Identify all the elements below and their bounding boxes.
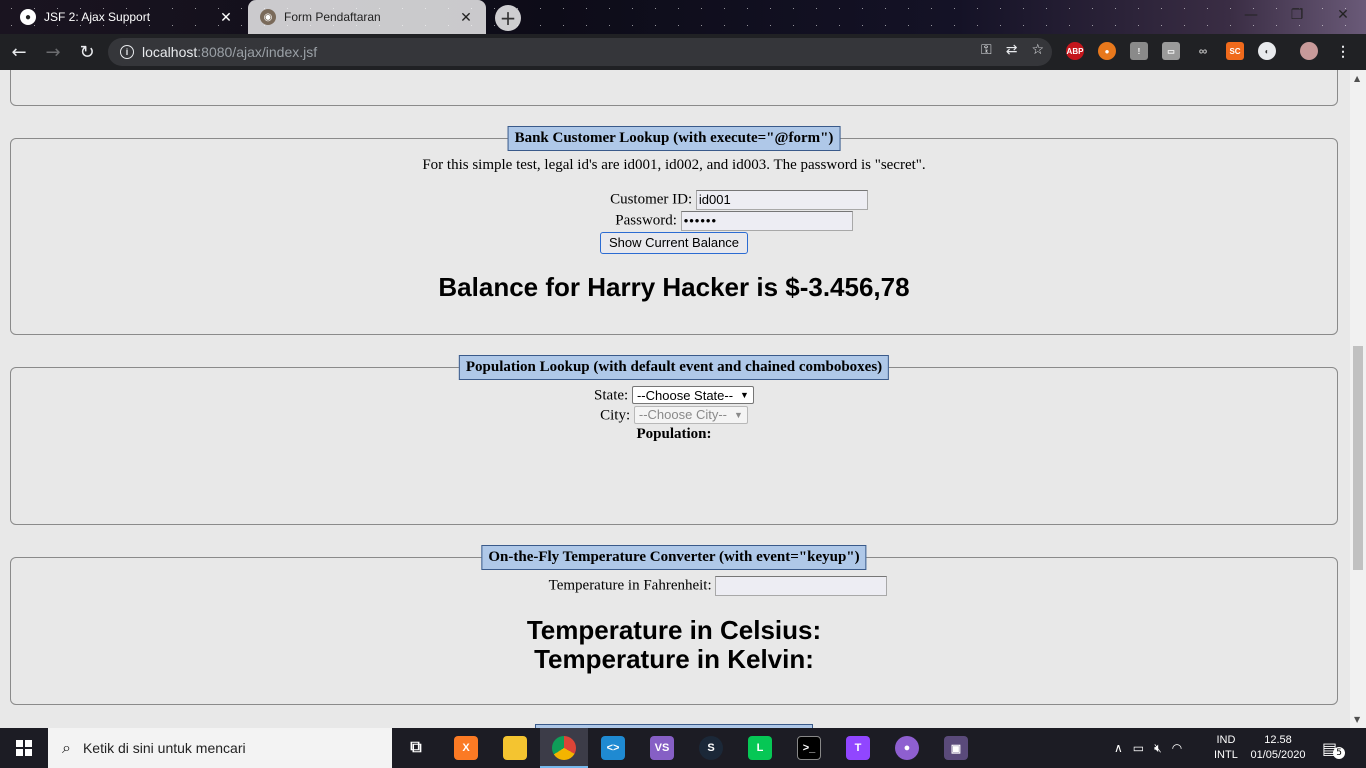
city-label: City: <box>600 407 631 423</box>
tab-bar: ● JSF 2: Ajax Support ✕ ◉ Form Pendaftar… <box>0 0 1366 34</box>
password-label: Password: <box>615 212 677 229</box>
vscode-icon[interactable]: <> <box>589 728 637 768</box>
notification-count-badge: 5 <box>1333 747 1346 759</box>
customer-id-input[interactable]: id001 <box>695 190 868 210</box>
reload-icon[interactable]: ↻ <box>72 37 102 67</box>
translate-icon[interactable]: ⇄ <box>1006 42 1018 58</box>
language-indicator[interactable]: IND INTL <box>1214 728 1238 768</box>
file-explorer-icon[interactable] <box>491 728 539 768</box>
bookmark-star-icon[interactable]: ☆ <box>1031 42 1044 58</box>
kelvin-result: Temperature in Kelvin: <box>534 644 814 674</box>
twitch-icon[interactable]: T <box>834 728 882 768</box>
close-tab-icon[interactable]: ✕ <box>218 9 234 26</box>
github-desktop-icon[interactable]: ● <box>883 728 931 768</box>
scroll-down-icon[interactable]: ▼ <box>1354 715 1360 724</box>
task-view-icon[interactable]: ⧉ <box>392 728 440 768</box>
system-tray: ∧ ▭ 🔇︎ ◠ <box>1114 728 1182 768</box>
search-icon: ⌕ <box>62 738 71 757</box>
language-top: IND <box>1216 734 1236 746</box>
tab-jsf-ajax[interactable]: ● JSF 2: Ajax Support ✕ <box>8 0 246 34</box>
extension-circle-icon[interactable]: ◐ <box>1258 42 1276 60</box>
chevron-down-icon: ▼ <box>733 409 743 420</box>
population-label: Population: <box>636 426 712 442</box>
close-tab-icon[interactable]: ✕ <box>458 9 474 26</box>
speaker-muted-icon[interactable]: 🔇︎ <box>1154 741 1162 756</box>
state-select[interactable]: --Choose State-- ▼ <box>631 386 754 404</box>
temperature-converter-legend: On-the-Fly Temperature Converter (with e… <box>481 545 867 570</box>
close-window-icon[interactable]: ✕ <box>1320 0 1366 30</box>
fahrenheit-label: Temperature in Fahrenheit: <box>548 577 712 594</box>
scrollbar-thumb[interactable] <box>1353 346 1363 570</box>
taskbar-search-box[interactable]: ⌕ Ketik di sini untuk mencari <box>48 728 392 768</box>
bank-lookup-legend: Bank Customer Lookup (with execute="@for… <box>507 126 841 151</box>
state-label: State: <box>594 387 629 404</box>
population-lookup-section: Population Lookup (with default event an… <box>10 355 1338 525</box>
state-selected-value: --Choose State-- <box>636 387 734 403</box>
clock-time: 12.58 <box>1264 734 1292 746</box>
extension-sc-icon[interactable]: SC <box>1226 42 1244 60</box>
tab-title: Form Pendaftaran <box>284 10 381 24</box>
page-viewport: Bank Customer Lookup (with execute="@for… <box>0 70 1350 728</box>
forward-arrow-icon[interactable]: → <box>38 37 68 67</box>
clock-date: 01/05/2020 <box>1250 749 1306 761</box>
page-scrollbar[interactable]: ▲ ▼ <box>1350 70 1366 728</box>
xampp-icon[interactable]: X <box>442 728 490 768</box>
chrome-icon[interactable] <box>540 728 588 768</box>
visual-studio-icon[interactable]: VS <box>638 728 686 768</box>
new-tab-button[interactable]: + <box>495 5 521 31</box>
extension-screenshot-icon[interactable]: ▭ <box>1162 42 1180 60</box>
adblock-extension-icon[interactable]: ABP <box>1066 42 1084 60</box>
back-arrow-icon[interactable]: ← <box>4 37 34 67</box>
minimize-icon[interactable]: — <box>1228 0 1274 30</box>
key-icon[interactable]: ⚿ <box>981 42 992 58</box>
population-lookup-legend: Population Lookup (with default event an… <box>458 355 890 380</box>
chevron-down-icon: ▼ <box>740 390 749 400</box>
city-select[interactable]: --Choose City-- ▼ <box>633 405 748 424</box>
city-row: City: --Choose City-- ▼ <box>11 405 1337 425</box>
taskbar-search-placeholder: Ketik di sini untuk mencari <box>82 740 246 756</box>
extension-fox-icon[interactable]: ● <box>1098 42 1116 60</box>
battery-icon[interactable]: ▭ <box>1133 741 1144 755</box>
celsius-result: Temperature in Celsius: <box>526 615 822 645</box>
extension-alert-icon[interactable]: ! <box>1130 42 1148 60</box>
bank-note: For this simple test, legal id's are id0… <box>422 157 926 173</box>
clock[interactable]: 12.58 01/05/2020 <box>1248 728 1308 768</box>
profile-avatar[interactable] <box>1300 42 1318 60</box>
restore-icon[interactable]: ❐ <box>1274 0 1320 30</box>
line-icon[interactable]: L <box>736 728 784 768</box>
wifi-icon[interactable]: ◠ <box>1172 741 1182 755</box>
customer-id-label: Customer ID: <box>610 191 693 208</box>
terminal-icon[interactable]: >_ <box>785 728 833 768</box>
bank-lookup-section: Bank Customer Lookup (with execute="@for… <box>10 126 1338 335</box>
url-path: :8080/ajax/index.jsf <box>197 44 318 60</box>
address-bar[interactable]: i localhost:8080/ajax/index.jsf ⚿ ⇄ ☆ <box>108 38 1052 66</box>
balance-result: Balance for Harry Hacker is $-3.456,78 <box>438 272 910 302</box>
password-row: Password: •••••• <box>11 211 1337 231</box>
password-input[interactable]: •••••• <box>680 211 853 231</box>
menu-kebab-icon[interactable]: ⋮ <box>1334 42 1352 60</box>
fahrenheit-row: Temperature in Fahrenheit: <box>11 576 1337 596</box>
city-selected-value: --Choose City-- <box>638 407 727 422</box>
temperature-converter-section: On-the-Fly Temperature Converter (with e… <box>10 545 1338 705</box>
tab-title: JSF 2: Ajax Support <box>44 10 151 24</box>
previous-section-box <box>10 70 1338 106</box>
site-logo-icon: ◉ <box>260 9 276 25</box>
customer-id-row: Customer ID: id001 <box>11 190 1337 210</box>
extension-glasses-icon[interactable]: ∞ <box>1194 42 1212 60</box>
windows-start-icon[interactable] <box>0 728 48 768</box>
url-host: localhost <box>142 44 198 60</box>
steam-icon[interactable]: S <box>687 728 735 768</box>
game-app-icon[interactable]: ▣ <box>932 728 980 768</box>
tab-form-pendaftaran[interactable]: ◉ Form Pendaftaran ✕ <box>248 0 486 34</box>
language-bottom: INTL <box>1214 749 1238 761</box>
notification-center[interactable]: ▤ 5 <box>1322 728 1346 768</box>
globe-icon: ● <box>20 9 36 25</box>
site-info-icon[interactable]: i <box>120 45 134 59</box>
chevron-up-icon[interactable]: ∧ <box>1114 741 1123 755</box>
show-balance-button[interactable]: Show Current Balance <box>599 232 749 254</box>
scroll-up-icon[interactable]: ▲ <box>1354 74 1360 83</box>
fahrenheit-input[interactable] <box>715 576 888 596</box>
state-row: State: --Choose State-- ▼ <box>11 386 1337 405</box>
